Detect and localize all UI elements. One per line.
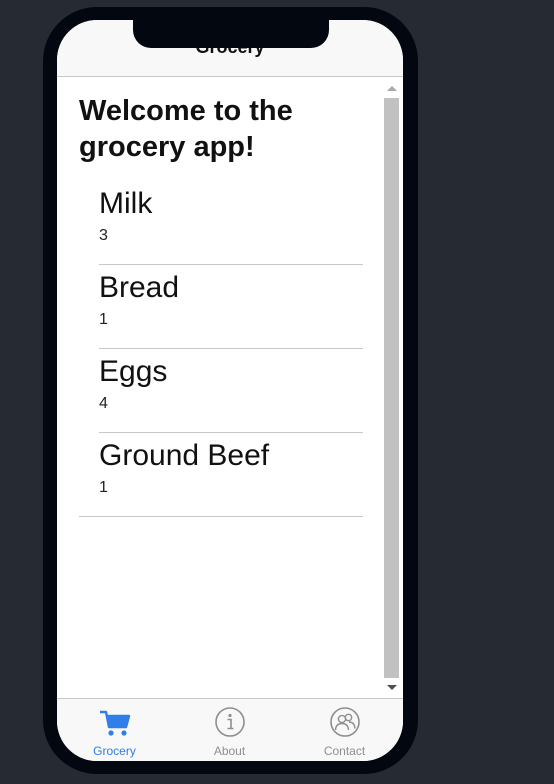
info-icon bbox=[215, 707, 245, 737]
vertical-scrollbar[interactable] bbox=[383, 80, 400, 695]
list-item[interactable]: Eggs 4 bbox=[99, 349, 363, 433]
scroll-thumb[interactable] bbox=[384, 98, 399, 678]
list-item[interactable]: Ground Beef 1 bbox=[79, 433, 363, 517]
grocery-list: Milk 3 Bread 1 Eggs 4 Ground Beef 1 bbox=[79, 181, 363, 517]
item-name: Bread bbox=[99, 271, 180, 304]
scroll-up-arrow-icon[interactable] bbox=[387, 86, 397, 91]
cart-icon bbox=[100, 710, 131, 736]
item-name: Milk bbox=[99, 187, 153, 220]
item-name: Ground Beef bbox=[99, 439, 270, 472]
tab-grocery[interactable]: Grocery bbox=[57, 699, 172, 761]
tab-contact[interactable]: Contact bbox=[287, 699, 402, 761]
device-notch bbox=[133, 20, 329, 48]
page-heading: Welcome to the grocery app! bbox=[79, 95, 293, 163]
item-quantity: 1 bbox=[99, 311, 108, 328]
item-quantity: 4 bbox=[99, 395, 108, 412]
scroll-down-arrow-icon[interactable] bbox=[387, 685, 397, 690]
item-quantity: 1 bbox=[99, 479, 108, 496]
app-screen: Grocery Welcome to the grocery app! Milk… bbox=[57, 20, 403, 761]
contacts-icon bbox=[330, 707, 360, 737]
list-item[interactable]: Bread 1 bbox=[99, 265, 363, 349]
list-item[interactable]: Milk 3 bbox=[99, 181, 363, 265]
item-name: Eggs bbox=[99, 355, 168, 388]
tab-label: Contact bbox=[323, 744, 366, 758]
phone-frame: Grocery Welcome to the grocery app! Milk… bbox=[43, 7, 418, 774]
item-quantity: 3 bbox=[99, 227, 108, 244]
tab-label: Grocery bbox=[93, 744, 136, 758]
tab-about[interactable]: About bbox=[172, 699, 287, 761]
tab-bar: Grocery About Contact bbox=[57, 698, 403, 761]
tab-label: About bbox=[213, 744, 246, 758]
content-area[interactable]: Welcome to the grocery app! Milk 3 Bread… bbox=[57, 77, 403, 698]
